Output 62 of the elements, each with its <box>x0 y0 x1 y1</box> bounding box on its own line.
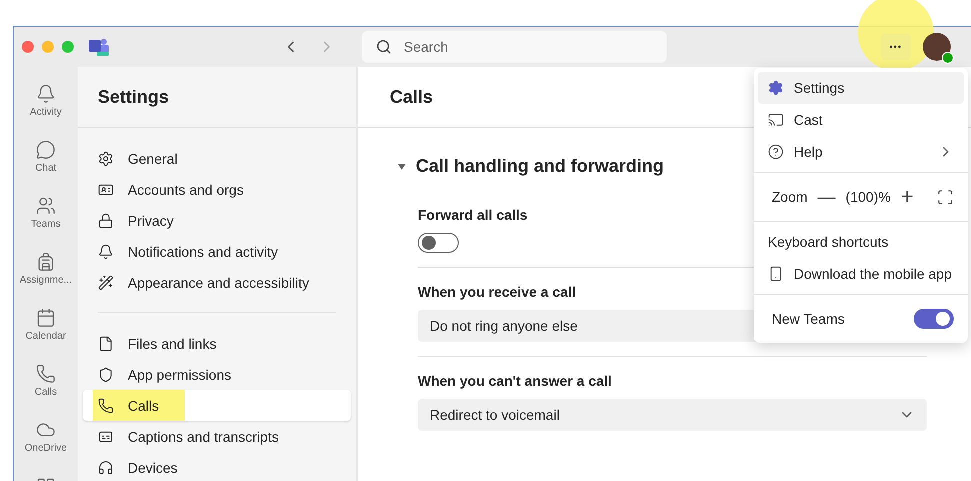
full-screen-icon[interactable] <box>937 188 954 206</box>
toggle-switch[interactable] <box>418 233 459 253</box>
zoom-in-button[interactable]: + <box>900 184 914 210</box>
zoom-out-button[interactable]: — <box>818 186 836 208</box>
document-icon <box>98 336 114 352</box>
menu-item[interactable]: Settings <box>758 72 964 104</box>
settings-nav-item[interactable]: Notifications and activity <box>83 236 351 267</box>
help-icon <box>768 144 784 160</box>
cast-icon <box>768 112 784 128</box>
rail-item[interactable]: Chat <box>14 129 78 185</box>
headset-icon <box>98 460 114 476</box>
gear-icon <box>98 150 114 166</box>
backpack-icon <box>36 252 56 272</box>
settings-nav-item[interactable]: Captions and transcripts <box>83 421 351 452</box>
menu-item[interactable]: Cast <box>758 104 964 136</box>
menu-item[interactable]: Keyboard shortcuts <box>758 226 964 258</box>
caret-icon <box>398 164 406 170</box>
bell-icon <box>36 84 56 104</box>
lock-icon <box>98 212 114 228</box>
settings-nav-item[interactable]: Calls <box>83 390 351 421</box>
magic-wand-icon <box>98 274 114 290</box>
bell-icon <box>98 244 114 260</box>
app-logo-icon <box>88 37 110 57</box>
close-window-button[interactable] <box>22 41 34 53</box>
zoom-value: (100)% <box>846 189 891 205</box>
settings-nav-item[interactable]: General <box>83 143 351 174</box>
settings-nav-item[interactable]: Privacy <box>83 205 351 236</box>
setting-label: Forward all calls <box>418 207 529 223</box>
zoom-label: Zoom <box>772 189 808 205</box>
more-options-button[interactable]: ••• <box>881 34 911 60</box>
menu-item[interactable]: Download the mobile app <box>758 258 964 290</box>
setting-label: When you can't answer a call <box>418 373 613 389</box>
rail-item[interactable]: Teams <box>14 185 78 241</box>
toggle-switch[interactable] <box>914 309 954 329</box>
setting-label: When you receive a call <box>418 284 577 300</box>
panel-title: Settings <box>98 86 170 108</box>
search-field[interactable]: Search <box>362 31 667 63</box>
section-header[interactable]: Call handling and forwarding <box>398 156 664 177</box>
phone-device-icon <box>768 266 784 282</box>
search-icon <box>376 39 392 55</box>
rail-item[interactable]: Calls <box>14 353 78 409</box>
page-title: Calls <box>390 86 434 108</box>
rail-item[interactable]: OneDrive <box>14 409 78 465</box>
settings-nav-item[interactable]: Devices <box>83 452 351 481</box>
menu-item[interactable]: Help <box>758 136 964 168</box>
dropdown[interactable]: Redirect to voicemail <box>418 399 927 431</box>
phone-icon <box>98 398 114 414</box>
phone-icon <box>36 364 56 384</box>
settings-nav-item[interactable]: App permissions <box>83 359 351 390</box>
calendar-icon <box>36 308 56 328</box>
settings-nav-item[interactable]: Accounts and orgs <box>83 174 351 205</box>
chat-bubble-icon <box>36 140 56 160</box>
gear-icon <box>768 80 784 96</box>
menu-toggle-label: New Teams <box>772 311 846 327</box>
rail-item[interactable]: Activity <box>14 73 78 129</box>
rail-item[interactable]: Assignme... <box>14 241 78 297</box>
people-icon <box>36 196 56 216</box>
shield-icon <box>98 366 114 382</box>
rail-item[interactable]: Calendar <box>14 297 78 353</box>
settings-nav-item[interactable]: Files and links <box>83 328 351 359</box>
avatar[interactable] <box>923 33 951 61</box>
settings-nav-item[interactable]: Appearance and accessibility <box>83 267 351 298</box>
